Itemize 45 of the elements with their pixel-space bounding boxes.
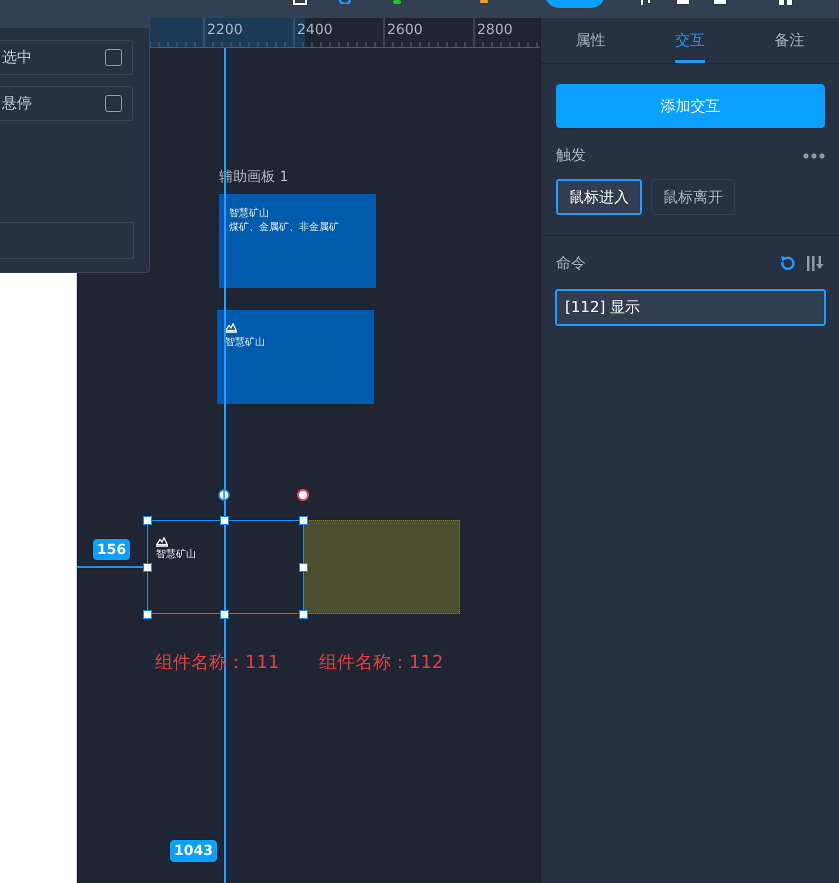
resize-handle[interactable] <box>298 610 308 618</box>
resize-handle[interactable] <box>220 610 228 618</box>
component-label: 组件名称：112 <box>319 651 444 674</box>
trigger-button[interactable]: 鼠标进入 <box>556 179 642 215</box>
checkbox[interactable] <box>105 49 122 66</box>
resize-handle[interactable] <box>298 562 308 572</box>
mountain-icon <box>156 537 168 547</box>
component-card[interactable] <box>219 194 376 288</box>
card-title: 智慧矿山 <box>225 338 265 348</box>
ruler-label: 2400 <box>297 22 333 38</box>
more-icon[interactable] <box>803 152 825 158</box>
trigger-button[interactable]: 鼠标离开 <box>651 179 735 215</box>
anchor-handle[interactable] <box>297 489 309 501</box>
resize-handle[interactable] <box>142 610 152 618</box>
mountain-icon <box>225 323 237 333</box>
toolbar-icon[interactable] <box>677 0 689 5</box>
distance-badge: 156 <box>93 539 130 560</box>
mark-icon[interactable] <box>393 0 401 4</box>
toolbar-icon[interactable] <box>640 0 652 5</box>
ruler-label: 2800 <box>477 22 513 38</box>
resize-handle[interactable] <box>298 516 308 524</box>
ruler-label: 2600 <box>387 22 423 38</box>
tab[interactable]: 交互 <box>640 18 740 63</box>
tab[interactable]: 属性 <box>541 18 640 63</box>
resize-handle[interactable] <box>142 516 152 524</box>
option-label: 悬停 <box>2 94 32 113</box>
toolbar-icon[interactable] <box>779 0 793 6</box>
ruler-label: 2200 <box>207 22 243 38</box>
checkbox[interactable] <box>105 95 122 112</box>
card-title: 智慧矿山 <box>229 209 269 219</box>
mark-icon[interactable] <box>480 0 488 3</box>
component-title: 智慧矿山 <box>156 550 196 560</box>
refresh-icon[interactable] <box>779 255 795 272</box>
resize-handle[interactable] <box>142 562 152 572</box>
command-field[interactable]: [112] 显示 <box>555 289 826 326</box>
option-label: 选中 <box>2 48 32 67</box>
rotate-handle[interactable] <box>218 489 230 501</box>
distance-badge: 1043 <box>170 840 217 862</box>
resize-handle[interactable] <box>220 516 228 524</box>
section-title: 命令 <box>556 254 586 273</box>
card-subtitle: 煤矿、金属矿、非金属矿 <box>229 223 339 233</box>
tab[interactable]: 备注 <box>740 18 839 63</box>
sort-icon[interactable] <box>807 256 825 271</box>
toolbar-icon[interactable] <box>714 0 726 5</box>
section-title: 触发 <box>556 146 586 165</box>
